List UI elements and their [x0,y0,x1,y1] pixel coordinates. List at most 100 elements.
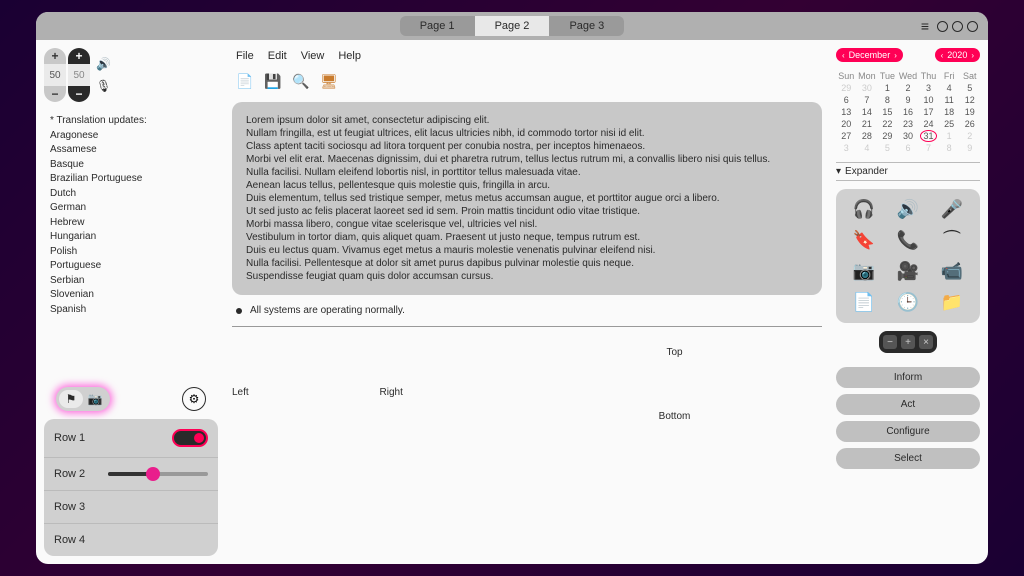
calendar-day[interactable]: 10 [918,94,939,106]
year-next-button[interactable]: › [971,51,974,60]
close-button[interactable]: × [919,335,933,349]
calendar-day[interactable]: 31 [918,130,939,142]
calendar-day[interactable]: 9 [898,94,919,106]
calendar-day[interactable]: 23 [898,118,919,130]
month-prev-button[interactable]: ‹ [842,51,845,60]
calendar-day[interactable]: 22 [877,118,898,130]
inform-button[interactable]: Inform [836,367,980,388]
flag-icon[interactable]: ⚑ [59,390,83,408]
folder-icon[interactable]: 📁 [941,292,963,313]
row-3[interactable]: Row 3 [44,491,218,524]
calendar-day[interactable]: 25 [939,118,960,130]
list-item[interactable]: German [50,201,212,216]
list-item[interactable]: Slovenian [50,288,212,303]
calendar-day[interactable]: 6 [836,94,857,106]
select-button[interactable]: Select [836,448,980,469]
spinner-light-minus[interactable]: − [44,86,66,102]
document-add-icon[interactable]: 📄 [853,292,875,313]
window-close-button[interactable] [967,21,978,32]
spinner-dark-minus[interactable]: − [68,86,90,102]
calendar-day[interactable]: 4 [857,142,878,154]
save-icon[interactable]: 💾 [262,70,284,92]
headphones-icon[interactable]: 🎧 [853,199,875,220]
list-item[interactable]: Polish [50,245,212,260]
calendar-day[interactable]: 16 [898,106,919,118]
calendar-day[interactable]: 30 [898,130,919,142]
month-next-button[interactable]: › [894,51,897,60]
menu-edit[interactable]: Edit [268,50,287,62]
calendar-day[interactable]: 8 [877,94,898,106]
menu-file[interactable]: File [236,50,254,62]
menu-view[interactable]: View [301,50,325,62]
list-item[interactable]: Assamese [50,143,212,158]
configure-button[interactable]: Configure [836,421,980,442]
bookmark-add-icon[interactable]: 🔖 [853,230,875,251]
calendar-day[interactable]: 7 [918,142,939,154]
list-item[interactable]: Hungarian [50,230,212,245]
row-1-switch[interactable] [172,429,208,447]
camera-icon[interactable]: 📷 [853,261,875,282]
calendar-day[interactable]: 2 [959,130,980,142]
plus-button[interactable]: + [901,335,915,349]
speaker-icon[interactable]: 🔊 [96,57,111,71]
tab-page-1[interactable]: Page 1 [400,16,475,36]
calendar-day[interactable]: 26 [959,118,980,130]
calendar-day[interactable]: 24 [918,118,939,130]
calendar-day[interactable]: 29 [836,82,857,94]
hangup-icon[interactable]: ⏜ [943,230,960,251]
video-icon[interactable]: 📹 [941,261,963,282]
list-item[interactable]: Brazilian Portuguese [50,172,212,187]
calendar-day[interactable]: 4 [939,82,960,94]
calendar-day[interactable]: 2 [898,82,919,94]
calendar-day[interactable]: 1 [877,82,898,94]
calendar-day[interactable]: 17 [918,106,939,118]
list-item[interactable]: Portuguese [50,259,212,274]
list-item[interactable]: Hebrew [50,216,212,231]
calendar-day[interactable]: 3 [918,82,939,94]
calendar-day[interactable]: 1 [939,130,960,142]
spinner-light-plus[interactable]: + [44,48,66,64]
calendar-day[interactable]: 21 [857,118,878,130]
calendar-day[interactable]: 29 [877,130,898,142]
tab-page-3[interactable]: Page 3 [549,16,624,36]
camera-icon[interactable]: 📷 [83,390,107,408]
menu-help[interactable]: Help [338,50,361,62]
calendar-day[interactable]: 14 [857,106,878,118]
calendar-day[interactable]: 20 [836,118,857,130]
window-min-button[interactable] [937,21,948,32]
calendar-day[interactable]: 5 [877,142,898,154]
list-item[interactable]: Aragonese [50,129,212,144]
calendar-day[interactable]: 7 [857,94,878,106]
row-4[interactable]: Row 4 [44,524,218,556]
hamburger-icon[interactable]: ≡ [921,18,929,34]
expander-header[interactable]: ▾ Expander [836,162,980,181]
calendar-day[interactable]: 28 [857,130,878,142]
calendar-day[interactable]: 5 [959,82,980,94]
calendar-day[interactable]: 8 [939,142,960,154]
calendar-day[interactable]: 9 [959,142,980,154]
tab-page-2[interactable]: Page 2 [475,16,550,36]
mic-icon[interactable]: 🎙 [96,79,111,93]
list-item[interactable]: Spanish [50,303,212,318]
row-1[interactable]: Row 1 [44,419,218,458]
gear-icon[interactable]: ⚙ [182,387,206,411]
spinner-dark-plus[interactable]: + [68,48,90,64]
calendar-day[interactable]: 27 [836,130,857,142]
microphone-icon[interactable]: 🎤 [941,199,963,220]
row-2[interactable]: Row 2 [44,458,218,491]
volume-icon[interactable]: 🔊 [897,199,919,220]
calendar-day[interactable]: 6 [898,142,919,154]
list-item[interactable]: Serbian [50,274,212,289]
calendar-day[interactable]: 18 [939,106,960,118]
clock-icon[interactable]: 🕒 [897,292,919,313]
calendar-day[interactable]: 3 [836,142,857,154]
row-2-slider[interactable] [108,472,208,476]
list-item[interactable]: Basque [50,158,212,173]
calendar-day[interactable]: 30 [857,82,878,94]
list-item[interactable]: Dutch [50,187,212,202]
window-max-button[interactable] [952,21,963,32]
calendar-day[interactable]: 13 [836,106,857,118]
year-prev-button[interactable]: ‹ [941,51,944,60]
monitor-icon[interactable]: 🖥 [318,70,340,92]
calendar-day[interactable]: 12 [959,94,980,106]
